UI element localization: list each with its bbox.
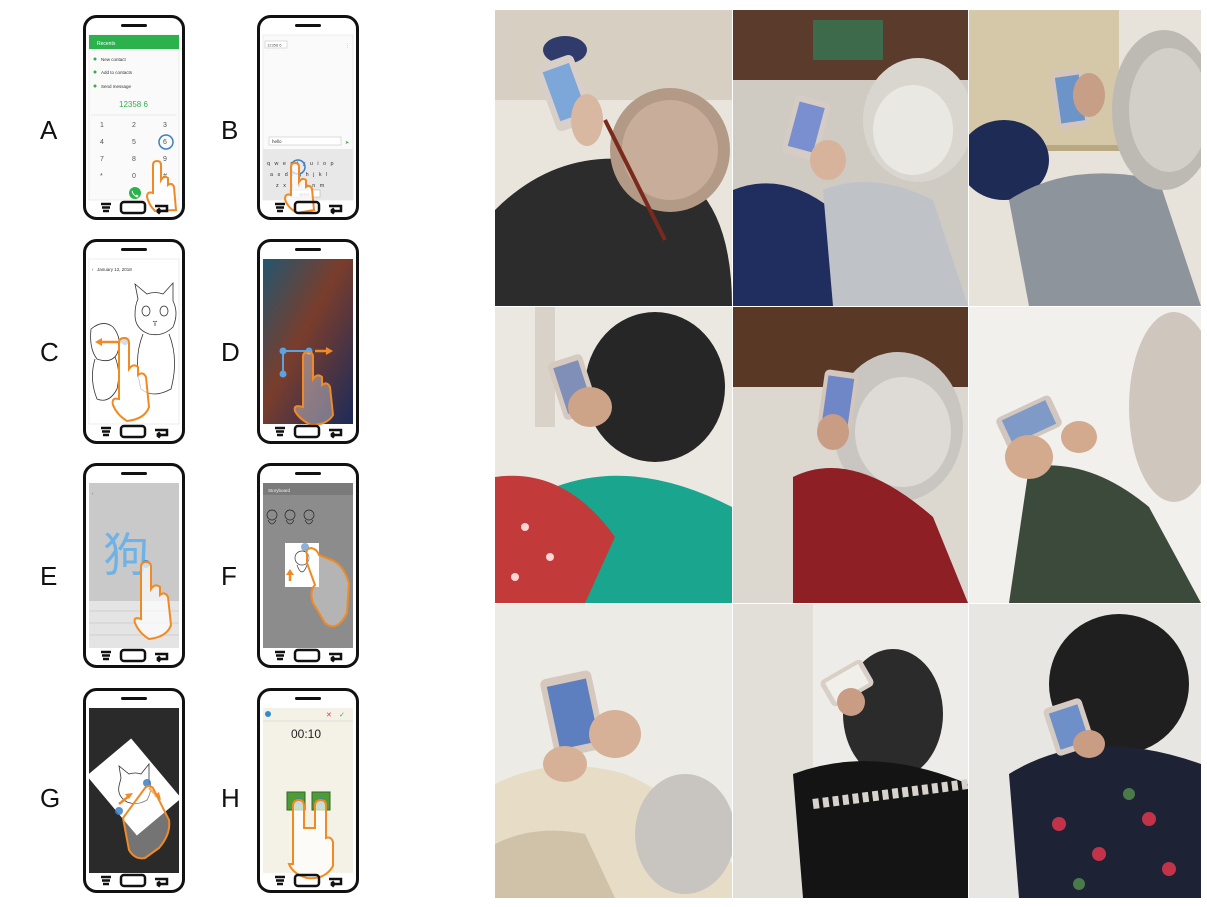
keyboard-row-1[interactable]: q w e r t y u i o p — [267, 161, 335, 167]
panel-label-e: E — [40, 561, 58, 591]
participant-photo-8 — [733, 604, 968, 898]
storyboard-title: Storyboard — [268, 488, 291, 493]
participant-photo-5 — [733, 307, 968, 603]
dialer-header: Recents — [97, 41, 116, 47]
cloud-icon[interactable] — [265, 711, 271, 717]
confirm-icon[interactable]: ✓ — [339, 712, 345, 719]
phone-d-pattern-lock — [257, 239, 359, 444]
menu-add-to-contacts[interactable]: Add to contacts — [101, 70, 133, 75]
participant-photo-9 — [969, 604, 1201, 898]
key-4[interactable]: 4 — [100, 139, 104, 146]
panel-label-g: G — [40, 783, 61, 813]
menu-new-contact[interactable]: New contact — [101, 57, 127, 62]
participant-photo-3 — [969, 10, 1201, 306]
panel-label-b: B — [221, 115, 239, 145]
panel-label-h: H — [221, 783, 240, 813]
menu-send-message[interactable]: Send message — [101, 84, 132, 89]
participant-photo-grid — [495, 10, 1201, 898]
participant-photo-4 — [495, 307, 732, 603]
key-0[interactable]: 0 — [132, 173, 136, 180]
key-5[interactable]: 5 — [132, 139, 136, 146]
phone-g-rotate — [83, 688, 185, 893]
more-icon[interactable]: ⋮ — [345, 43, 350, 49]
phone-h-timer-task: ✕ ✓ 00:10 — [257, 688, 359, 893]
recipient-chip[interactable]: 12358 6 — [267, 43, 282, 48]
pattern-dot[interactable] — [279, 370, 287, 378]
panel-label-c: C — [40, 337, 59, 367]
participant-photo-2 — [733, 10, 968, 306]
phone-e-handwriting: ‹ 狗 — [83, 463, 185, 668]
key-star[interactable]: * — [100, 173, 103, 180]
key-2[interactable]: 2 — [132, 122, 136, 129]
send-icon[interactable]: ➤ — [345, 140, 349, 146]
pattern-dot[interactable] — [279, 347, 287, 355]
participant-photo-6 — [969, 307, 1201, 603]
key-8[interactable]: 8 — [132, 156, 136, 163]
key-7[interactable]: 7 — [100, 156, 104, 163]
phone-b-messaging: 12358 6 ⋮ hello ➤ q w e r t y u i o p a … — [257, 15, 359, 220]
phone-c-drawing: ‹ January 12, 2018 — [83, 239, 185, 444]
panel-label-d: D — [221, 337, 240, 367]
participant-photo-1 — [495, 10, 732, 306]
participant-photo-7 — [495, 604, 732, 898]
key-6[interactable]: 6 — [163, 139, 167, 146]
note-date: January 12, 2018 — [97, 267, 132, 272]
phone-a-dialer: Recents New contact Add to contacts Send… — [83, 15, 185, 220]
phone-f-storyboard: Storyboard — [257, 463, 359, 668]
message-text: hello — [272, 139, 282, 144]
dialed-number: 12358 6 — [119, 100, 148, 109]
call-button[interactable] — [129, 187, 141, 199]
key-9[interactable]: 9 — [163, 156, 167, 163]
panel-label-f: F — [221, 561, 237, 591]
timer-display: 00:10 — [291, 727, 321, 741]
key-3[interactable]: 3 — [163, 122, 167, 129]
key-1[interactable]: 1 — [100, 122, 104, 129]
cancel-icon[interactable]: ✕ — [326, 712, 332, 719]
panel-label-a: A — [40, 115, 58, 145]
